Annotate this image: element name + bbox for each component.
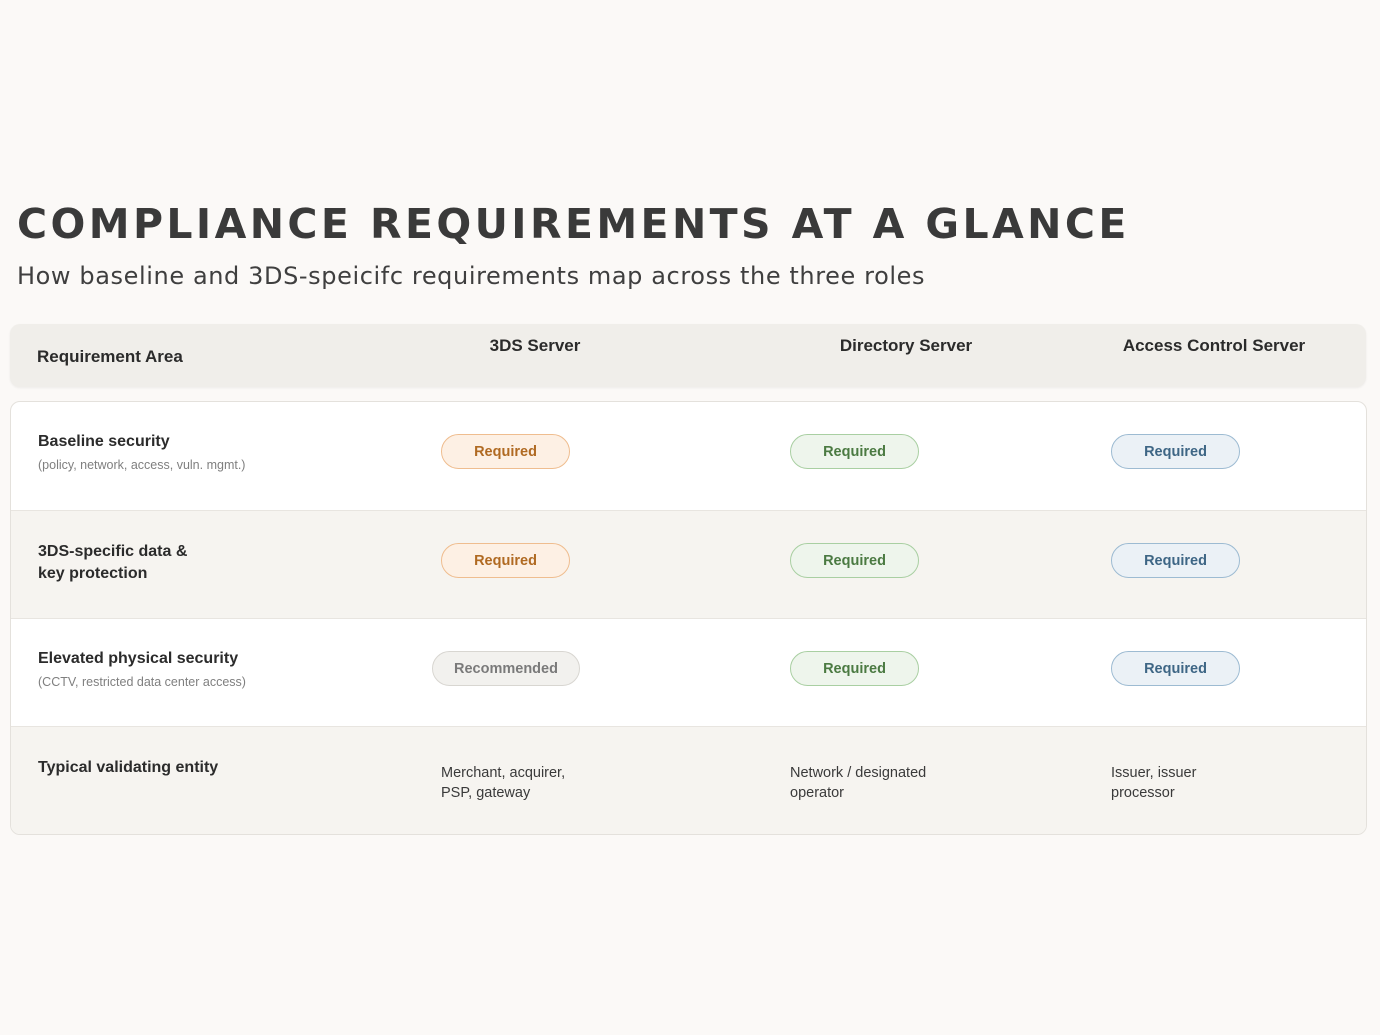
status-badge-3ds-server: Required <box>441 434 570 469</box>
page-title: COMPLIANCE REQUIREMENTS AT A GLANCE <box>17 200 1130 248</box>
table-header: Requirement Area 3DS Server Directory Se… <box>10 324 1366 387</box>
column-header-3ds-server: 3DS Server <box>489 336 581 355</box>
cell-text-directory-server: Network / designated operator <box>790 765 927 801</box>
row-label: Typical validating entity <box>38 757 298 779</box>
requirements-table: Baseline security (policy, network, acce… <box>10 401 1367 835</box>
row-sublabel: (CCTV, restricted data center access) <box>38 675 246 689</box>
status-badge-directory-server: Required <box>790 651 919 686</box>
row-title: Baseline security <box>38 433 170 450</box>
table-row-3ds-data-key-protection: 3DS-specific data & key protection Requi… <box>11 510 1366 618</box>
table-row-elevated-physical-security: Elevated physical security (CCTV, restri… <box>11 618 1366 726</box>
table-row-typical-validating-entity: Typical validating entity Merchant, acqu… <box>11 726 1366 834</box>
status-badge-access-control-server: Required <box>1111 434 1240 469</box>
row-label: Elevated physical security (CCTV, restri… <box>38 648 298 693</box>
column-header-directory-server: Directory Server <box>839 336 973 355</box>
cell-text-access-control-server: Issuer, issuer processor <box>1111 765 1197 801</box>
status-badge-directory-server: Required <box>790 543 919 578</box>
row-title: Elevated physical security <box>38 650 239 667</box>
status-badge-directory-server: Required <box>790 434 919 469</box>
status-badge-3ds-server: Recommended <box>432 651 580 686</box>
row-title: Typical validating entity <box>38 759 219 776</box>
column-header-access-control-server: Access Control Server <box>1122 336 1306 355</box>
status-badge-access-control-server: Required <box>1111 543 1240 578</box>
row-title: 3DS-specific data & key protection <box>38 543 188 582</box>
row-sublabel: (policy, network, access, vuln. mgmt.) <box>38 458 246 472</box>
status-badge-3ds-server: Required <box>441 543 570 578</box>
status-badge-access-control-server: Required <box>1111 651 1240 686</box>
row-label: 3DS-specific data & key protection <box>38 541 218 585</box>
page-subtitle: How baseline and 3DS-speicifc requiremen… <box>17 262 926 290</box>
cell-text-3ds-server: Merchant, acquirer, PSP, gateway <box>441 765 566 801</box>
table-row-baseline-security: Baseline security (policy, network, acce… <box>11 402 1366 510</box>
column-header-requirement-area: Requirement Area <box>37 347 183 366</box>
row-label: Baseline security (policy, network, acce… <box>38 431 298 476</box>
